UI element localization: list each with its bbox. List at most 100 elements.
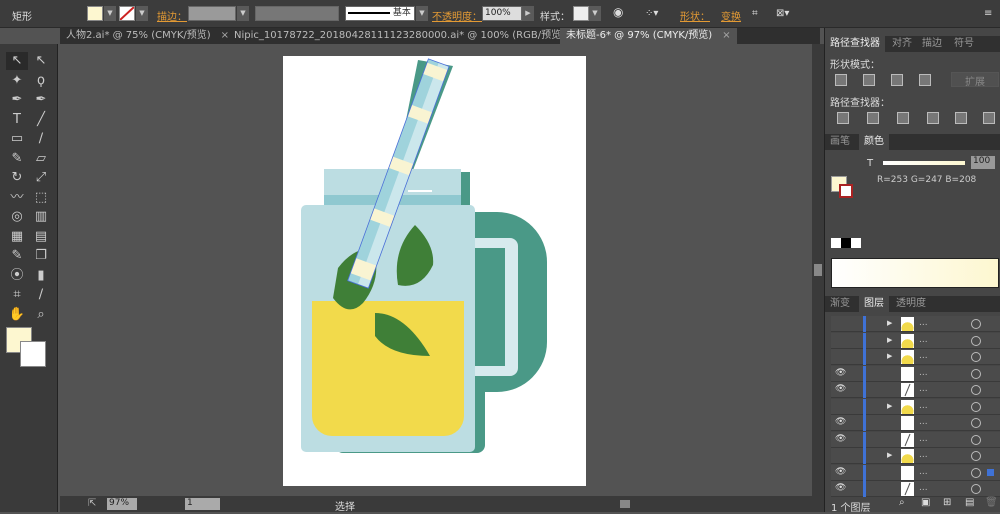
target-icon[interactable] [971, 335, 981, 346]
target-icon[interactable] [971, 385, 981, 395]
mesh-tool[interactable]: ▦ [6, 228, 28, 246]
layer-name[interactable]: ... [919, 368, 928, 378]
target-icon[interactable] [971, 434, 981, 445]
target-icon[interactable] [971, 451, 981, 461]
tab-stroke[interactable]: 描边 [917, 36, 947, 52]
trim-icon[interactable] [867, 112, 879, 124]
layer-name[interactable]: ... [919, 434, 928, 444]
stroke-weight-dropdown[interactable]: ▼ [237, 6, 249, 21]
page-select[interactable]: 1 [185, 498, 220, 510]
layer-row[interactable]: 👁... [831, 481, 1000, 497]
warp-tool[interactable]: 〰 [6, 189, 28, 207]
new-layer-icon[interactable]: ▤ [965, 497, 974, 508]
layer-row[interactable]: 👁... [831, 431, 1000, 448]
search-icon[interactable]: ⌕ [899, 497, 905, 508]
hand-tool[interactable]: ✋ [6, 306, 28, 324]
merge-icon[interactable] [897, 112, 909, 124]
blend-tool[interactable]: ❐ [30, 247, 52, 265]
stroke-swatch[interactable] [20, 341, 46, 367]
canvas[interactable] [60, 44, 812, 496]
variable-width-select[interactable] [255, 6, 339, 21]
doc-tab-active[interactable]: 未标题-6* @ 97% (CMYK/预览) × [560, 28, 737, 44]
direct-selection-tool[interactable]: ↖ [30, 52, 52, 70]
layer-name[interactable]: ... [919, 351, 928, 361]
target-icon[interactable] [971, 484, 981, 494]
artboard-tool[interactable]: ⌗ [6, 286, 28, 304]
expand-button[interactable]: 扩展 [951, 72, 999, 88]
zoom-tool[interactable]: ⌕ [30, 306, 52, 324]
tint-input[interactable]: 100 [971, 156, 995, 169]
eye-icon[interactable]: 👁 [835, 384, 846, 394]
stroke-swatch[interactable] [839, 184, 853, 198]
tab-align[interactable]: 对齐 [887, 36, 917, 52]
line-tool[interactable]: ╱ [30, 111, 52, 129]
target-icon[interactable] [971, 352, 981, 362]
doc-tab[interactable]: Nipic_10178722_20180428111123280000.ai* … [228, 28, 589, 44]
layer-row[interactable]: 👁... [831, 464, 1000, 481]
tab-symbols[interactable]: 符号 [949, 36, 979, 52]
doc-tab[interactable]: 人物2.ai* @ 75% (CMYK/预览) × [60, 28, 235, 44]
tab-color[interactable]: 颜色 [859, 134, 889, 150]
brush-profile-dropdown[interactable]: ▼ [416, 6, 428, 21]
layer-name[interactable]: ... [919, 417, 928, 427]
layer-row[interactable]: ▶... [831, 448, 1000, 464]
lasso-tool[interactable]: ϙ [30, 72, 52, 90]
intersect-icon[interactable] [891, 74, 903, 86]
symbol-sprayer-tool[interactable]: ⦿ [6, 267, 28, 285]
eye-icon[interactable]: 👁 [835, 368, 846, 378]
pen-tool[interactable]: ✒ [6, 91, 28, 109]
eye-icon[interactable]: 👁 [835, 417, 846, 427]
tint-slider[interactable] [883, 161, 965, 165]
expand-arrow-icon[interactable]: ▶ [887, 402, 892, 410]
layer-name[interactable]: ... [919, 450, 928, 460]
stroke-swatch[interactable] [119, 6, 135, 21]
stroke-weight-input[interactable] [188, 6, 236, 21]
stroke-dropdown[interactable]: ▼ [136, 6, 148, 21]
minus-front-icon[interactable] [863, 74, 875, 86]
trash-icon[interactable]: 🗑 [985, 497, 998, 508]
arrange-icon[interactable]: ⊠▾ [776, 8, 789, 19]
layer-name[interactable]: ... [919, 483, 928, 493]
layer-name[interactable]: ... [919, 401, 928, 411]
expand-arrow-icon[interactable]: ▶ [887, 451, 892, 459]
target-icon[interactable] [971, 401, 981, 412]
eyedropper-tool[interactable]: ✎ [6, 247, 28, 265]
crop-icon[interactable] [927, 112, 939, 124]
recolor-icon[interactable]: ◉ [613, 5, 623, 19]
tab-transparency[interactable]: 透明度 [891, 296, 931, 312]
selection-tool[interactable]: ↖ [6, 52, 28, 70]
target-icon[interactable] [971, 319, 981, 329]
tab-gradient[interactable]: 渐变 [825, 296, 855, 312]
transform-label[interactable]: 变换 [721, 8, 741, 23]
layer-name[interactable]: ... [919, 467, 928, 477]
opacity-dropdown[interactable]: ▶ [522, 6, 534, 21]
curvature-tool[interactable]: ✒ [30, 91, 52, 109]
pencil-tool[interactable]: ✎ [6, 150, 28, 168]
clipping-mask-icon[interactable]: ▣ [921, 497, 930, 508]
eye-icon[interactable]: 👁 [835, 434, 846, 444]
paintbrush-tool[interactable]: ∕ [30, 130, 52, 148]
eye-icon[interactable]: 👁 [835, 483, 846, 493]
type-tool[interactable]: T [6, 111, 28, 129]
fill-dropdown[interactable]: ▼ [104, 6, 116, 21]
quick-swatches[interactable] [831, 238, 861, 248]
zoom-select[interactable]: 97% [107, 498, 137, 510]
layer-row[interactable]: ▶... [831, 349, 1000, 365]
opacity-label[interactable]: 不透明度： [432, 8, 482, 23]
brush-profile-select[interactable]: 基本 [345, 6, 415, 21]
rotate-tool[interactable]: ↻ [6, 169, 28, 187]
free-transform-tool[interactable]: ⬚ [30, 189, 52, 207]
layer-row[interactable]: 👁... [831, 382, 1000, 398]
layer-row[interactable]: 👁... [831, 415, 1000, 431]
column-graph-tool[interactable]: ▮ [30, 267, 52, 285]
shape-label[interactable]: 形状： [680, 8, 710, 23]
stroke-label[interactable]: 描边： [157, 8, 187, 23]
new-sublayer-icon[interactable]: ⊞ [943, 497, 951, 508]
expand-arrow-icon[interactable]: ▶ [887, 336, 892, 344]
style-dropdown[interactable]: ▼ [589, 6, 601, 21]
divide-icon[interactable] [837, 112, 849, 124]
minus-back-icon[interactable] [983, 112, 995, 124]
magic-wand-tool[interactable]: ✦ [6, 72, 28, 90]
layer-row[interactable]: 👁... [831, 365, 1000, 382]
exclude-icon[interactable] [919, 74, 931, 86]
